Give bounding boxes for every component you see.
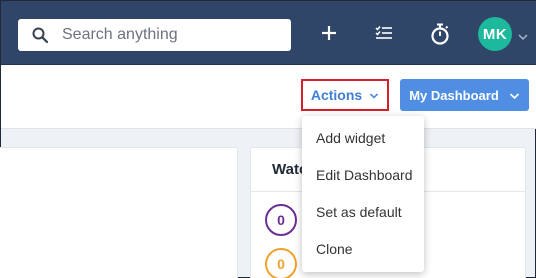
actions-dropdown-menu: Add widget Edit Dashboard Set as default… bbox=[302, 116, 424, 272]
search-icon bbox=[32, 27, 48, 43]
count-badge[interactable]: 0 bbox=[265, 204, 297, 236]
top-nav-bar: Search anything MK bbox=[1, 1, 536, 65]
stopwatch-icon[interactable] bbox=[428, 22, 452, 46]
chevron-down-icon bbox=[369, 87, 379, 103]
my-dashboard-label: My Dashboard bbox=[409, 87, 499, 103]
search-bar[interactable]: Search anything bbox=[18, 19, 291, 51]
menu-item-set-as-default[interactable]: Set as default bbox=[302, 193, 424, 230]
avatar-initials: MK bbox=[482, 25, 508, 43]
search-input[interactable]: Search anything bbox=[62, 26, 178, 44]
menu-item-add-widget[interactable]: Add widget bbox=[302, 119, 424, 156]
actions-label: Actions bbox=[310, 87, 363, 103]
avatar[interactable]: MK bbox=[478, 17, 512, 51]
task-list-icon[interactable] bbox=[372, 21, 396, 45]
chevron-down-icon[interactable] bbox=[517, 29, 529, 41]
plus-icon[interactable] bbox=[317, 21, 341, 45]
widget-card bbox=[0, 147, 238, 278]
chevron-down-icon bbox=[509, 88, 520, 103]
actions-button[interactable]: Actions bbox=[301, 79, 389, 111]
menu-item-clone[interactable]: Clone bbox=[302, 230, 424, 267]
my-dashboard-button[interactable]: My Dashboard bbox=[400, 79, 529, 111]
menu-item-edit-dashboard[interactable]: Edit Dashboard bbox=[302, 156, 424, 193]
count-badge[interactable]: 0 bbox=[265, 248, 297, 278]
